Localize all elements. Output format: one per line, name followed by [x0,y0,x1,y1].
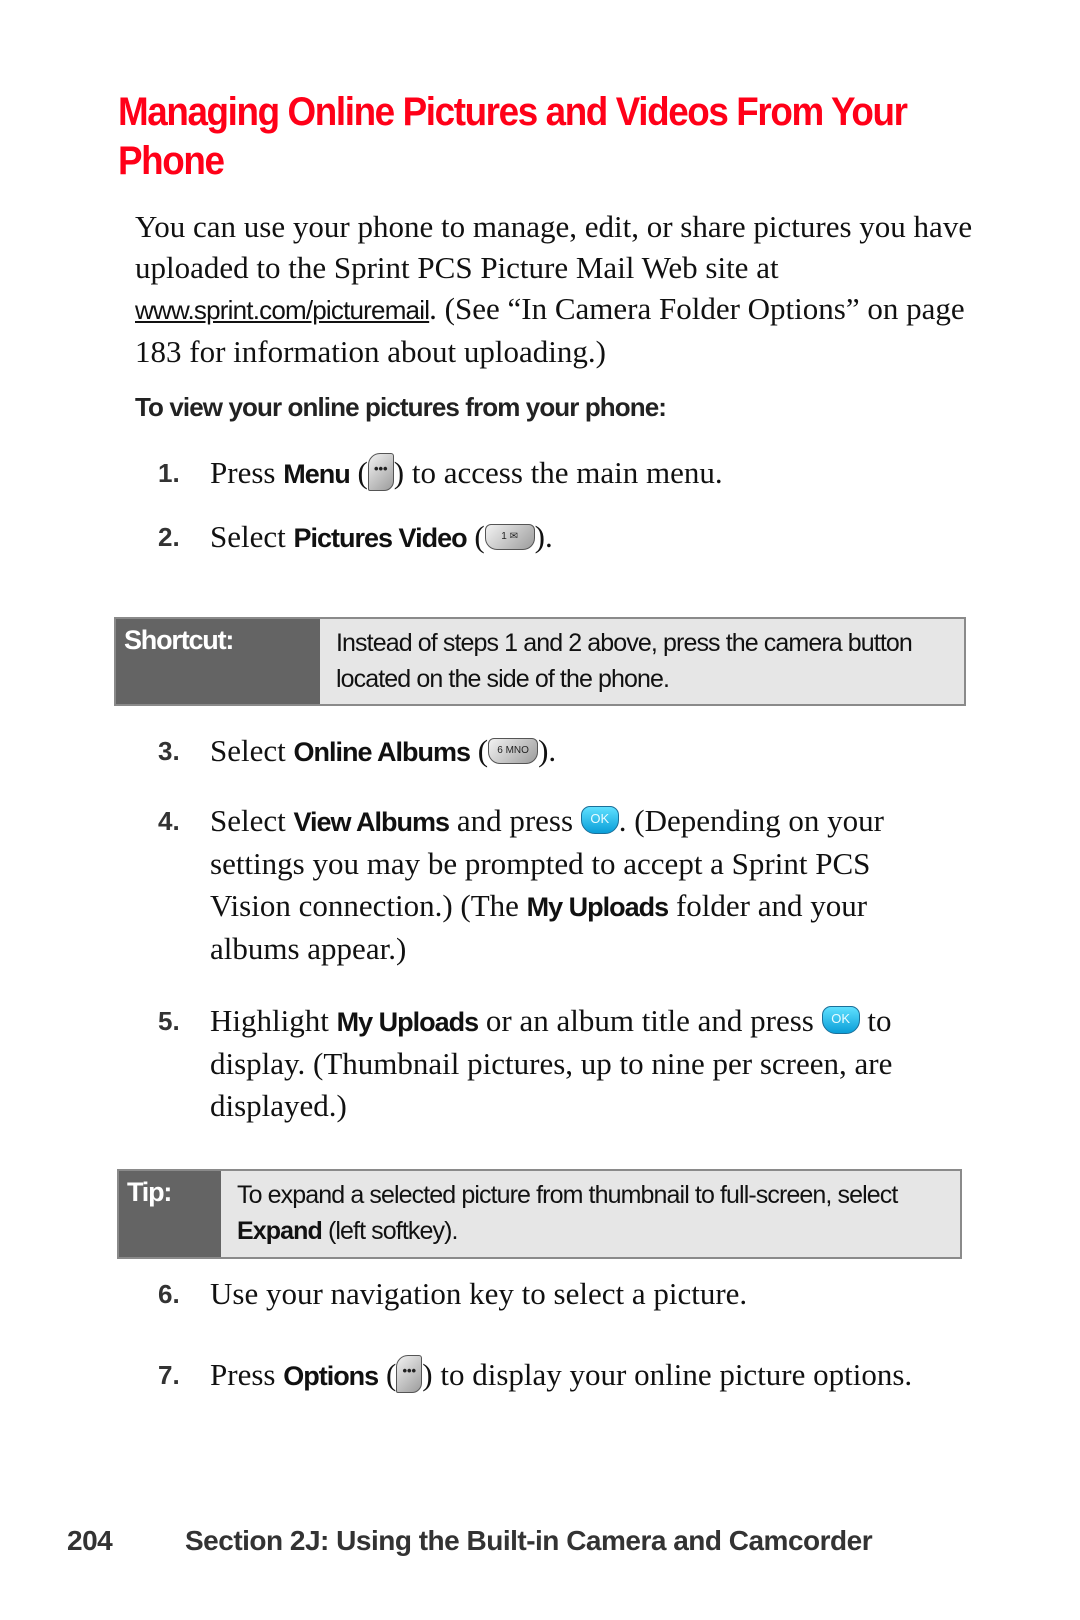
tip-text: To expand a selected picture from thumbn… [221,1171,960,1257]
step-3: 3. Select Online Albums (6 MNO). [158,730,958,773]
step-number: 7. [158,1360,180,1390]
step-number: 3. [158,736,180,766]
step-5: 5. Highlight My Uploads or an album titl… [158,1000,958,1127]
step-text: Use your navigation key to select a pict… [210,1276,748,1311]
step-4: 4. Select View Albums and press OK. (Dep… [158,800,958,970]
step-text: Press [210,455,284,490]
step-text: or an album title and press [478,1003,822,1038]
step-text: ( [349,455,368,490]
key-6-icon: 6 MNO [488,737,539,764]
step-text: ) to access the main menu. [393,455,723,490]
step-number: 4. [158,806,180,836]
tip-label: Tip: [119,1171,221,1257]
online-albums-label: Online Albums [293,737,472,767]
tip-text-part: (left softkey). [321,1217,459,1245]
step-number: 5. [158,1006,180,1036]
page-title: Managing Online Pictures and Videos From… [118,90,908,183]
my-uploads-label: My Uploads [526,892,670,922]
step-text: ) to display your online picture options… [422,1357,913,1392]
pictures-video-label: Pictures Video [293,523,468,553]
step-number: 1. [158,458,180,488]
step-7: 7. Press Options (•••) to display your o… [158,1350,958,1401]
section-title: Section 2J: Using the Built-in Camera an… [185,1525,873,1556]
picturemail-link[interactable]: www.sprint.com/picturemail [135,295,430,325]
step-6: 6. Use your navigation key to select a p… [158,1273,958,1315]
step-text: ( [470,733,489,768]
step-2: 2. Select Pictures Video (1 ✉). [158,516,958,559]
intro-text: You can use your phone to manage, edit, … [135,209,973,285]
step-number: 6. [158,1279,180,1309]
shortcut-callout: Shortcut: Instead of steps 1 and 2 above… [114,617,966,706]
menu-label: Menu [283,459,350,489]
step-text: Select [210,733,294,768]
tip-text-part: To expand a selected picture from thumbn… [237,1181,898,1209]
page-number: 204 [67,1525,113,1556]
step-text: ( [378,1357,397,1392]
options-softkey-icon: ••• [396,1354,423,1393]
tip-callout: Tip: To expand a selected picture from t… [117,1169,962,1259]
shortcut-text: Instead of steps 1 and 2 above, press th… [336,629,913,693]
step-text: and press [449,803,581,838]
step-text: ( [466,519,485,554]
expand-label: Expand [237,1217,323,1245]
ok-key-icon: OK [580,805,619,834]
step-text: Select [210,519,294,554]
step-number: 2. [158,522,180,552]
step-text: Select [210,803,294,838]
procedure-heading: To view your online pictures from your p… [135,392,667,422]
intro-paragraph: You can use your phone to manage, edit, … [135,206,975,372]
my-uploads-label: My Uploads [336,1007,480,1037]
ok-key-icon: OK [821,1005,860,1034]
step-text: Press [210,1357,284,1392]
step-text: ). [538,733,557,768]
options-label: Options [283,1361,379,1391]
menu-softkey-icon: ••• [367,452,394,491]
manual-page: Managing Online Pictures and Videos From… [0,0,1080,1620]
step-text: ). [534,519,553,554]
shortcut-label: Shortcut: [116,619,320,704]
step-1: 1. Press Menu (•••) to access the main m… [158,452,958,495]
view-albums-label: View Albums [293,807,451,837]
step-text: Highlight [210,1003,337,1038]
key-1-icon: 1 ✉ [484,523,535,550]
page-footer: 204 Section 2J: Using the Built-in Camera… [67,1525,873,1557]
